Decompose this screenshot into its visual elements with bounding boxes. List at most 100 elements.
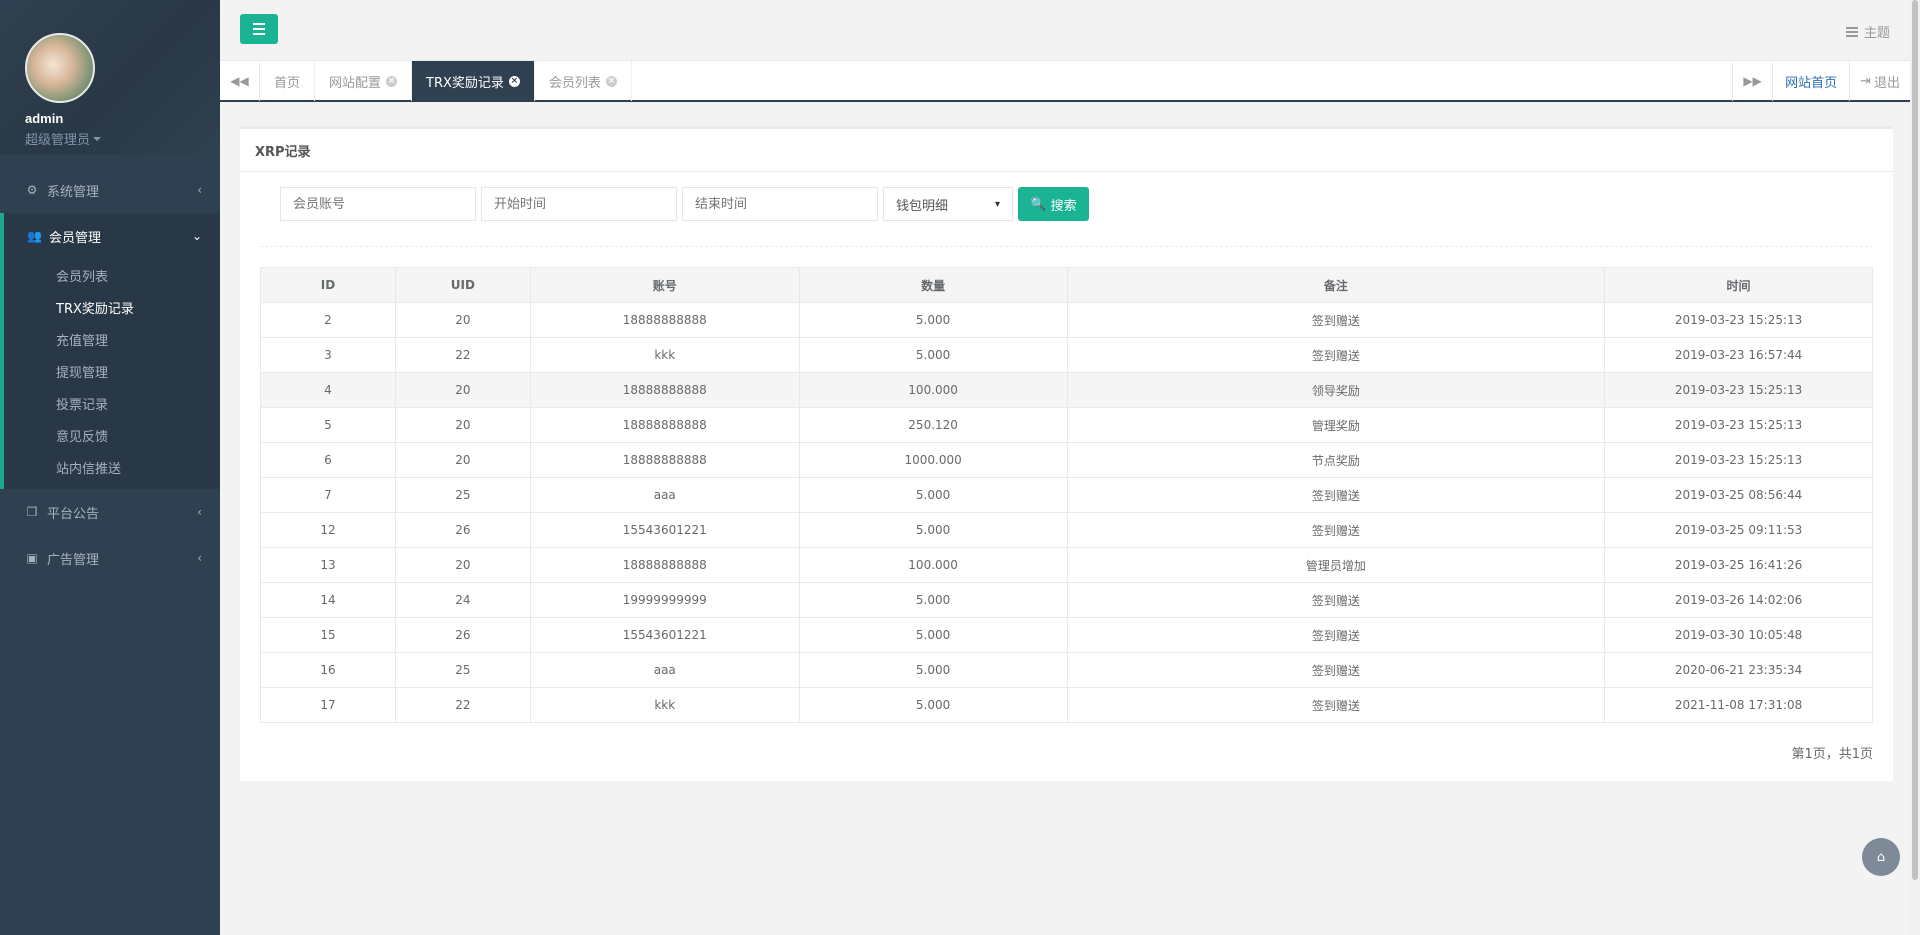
cell-id: 6 [260, 442, 396, 478]
sidebar-subitem-votes[interactable]: 投票记录 [4, 387, 220, 419]
cell-remark: 签到赠送 [1066, 687, 1606, 723]
table-row[interactable]: 12 26 15543601221 5.000 签到赠送 2019-03-25 09:11… [260, 512, 1873, 548]
logout-button[interactable]: ⇥ 退出 [1849, 61, 1910, 101]
chevron-down-icon: ▾ [994, 198, 1000, 210]
table-row[interactable]: 4 20 18888888888 100.000 领导奖励 2019-03-23 15:2… [260, 372, 1873, 408]
sidebar-item-label: 平台公告 [47, 506, 100, 522]
page-scrollbar[interactable] [1910, 0, 1920, 935]
table-row[interactable]: 16 25 aaa 5.000 签到赠送 2020-06-21 23:35:34 [260, 652, 1873, 688]
cell-amount: 5.000 [798, 337, 1068, 373]
tab-home[interactable]: 首页 [260, 61, 316, 101]
gear-icon: ⚙ [26, 183, 38, 197]
sidebar-item-notice[interactable]: ❐ 平台公告 ‹ [0, 489, 220, 535]
filter-form: 钱包明细 ▾ 🔍 搜索 [280, 187, 1089, 221]
column-header-remark[interactable]: 备注 [1066, 267, 1606, 303]
wallet-type-select[interactable]: 钱包明细 ▾ [883, 187, 1013, 221]
tab-label: 会员列表 [548, 75, 601, 91]
cell-remark: 签到赠送 [1066, 582, 1606, 618]
table-row[interactable]: 7 25 aaa 5.000 签到赠送 2019-03-25 08:56:44 [260, 477, 1873, 513]
avatar[interactable] [25, 33, 95, 103]
double-chevron-left-icon: ◀◀ [230, 74, 249, 88]
theme-icon [1845, 26, 1858, 37]
top-header: 主题 [220, 0, 1910, 60]
sidebar-item-label: 会员管理 [49, 230, 102, 246]
cell-id: 14 [260, 582, 396, 618]
sidebar-item-ads[interactable]: ▣ 广告管理 ‹ [0, 535, 220, 581]
tab-scroll-right-button[interactable]: ▶▶ [1732, 61, 1772, 101]
table-row[interactable]: 17 22 kkk 5.000 签到赠送 2021-11-08 17:31:08 [260, 687, 1873, 723]
cell-id: 16 [260, 652, 396, 688]
scrollbar-thumb[interactable] [1912, 0, 1918, 880]
sidebar-subitem-recharge[interactable]: 充值管理 [4, 323, 220, 355]
tab-scroll-left-button[interactable]: ◀◀ [220, 61, 260, 101]
cell-account: 18888888888 [529, 547, 800, 583]
sidebar-group-member: 👥 会员管理 ⌄ 会员列表 TRX奖励记录 充值管理 提现管理 投票记录 意见反… [0, 213, 220, 489]
copy-icon: ❐ [26, 505, 38, 519]
chevron-down-icon: ⌄ [191, 229, 202, 243]
search-icon: 🔍 [1030, 196, 1047, 212]
sidebar-subitem-trx-rewards[interactable]: TRX奖励记录 [4, 291, 220, 323]
floating-home-button[interactable]: ⌂ [1862, 838, 1900, 876]
column-header-time[interactable]: 时间 [1604, 267, 1873, 303]
column-header-amount[interactable]: 数量 [798, 267, 1068, 303]
close-icon[interactable]: × [386, 75, 398, 87]
cell-time: 2019-03-30 10:05:48 [1604, 617, 1873, 653]
users-icon: 👥 [27, 229, 42, 243]
cell-time: 2021-11-08 17:31:08 [1604, 687, 1873, 723]
sidebar: admin 超级管理员 ⚙ 系统管理 ‹ 👥 会员管理 ⌄ 会员列表 TRX奖励… [0, 0, 220, 935]
cell-amount: 5.000 [798, 652, 1068, 688]
column-header-uid[interactable]: UID [394, 267, 531, 303]
cell-remark: 管理员增加 [1066, 547, 1606, 583]
sidebar-subitem-withdraw[interactable]: 提现管理 [4, 355, 220, 387]
sidebar-subitem-messages[interactable]: 站内信推送 [4, 451, 220, 483]
profile-role-dropdown[interactable]: 超级管理员 [25, 129, 220, 148]
end-time-input[interactable] [682, 187, 878, 221]
tab-list: 首页 网站配置 × TRX奖励记录 × 会员列表 × [260, 61, 632, 101]
sidebar-item-member[interactable]: 👥 会员管理 ⌄ [4, 213, 220, 259]
search-button[interactable]: 🔍 搜索 [1018, 187, 1089, 221]
cell-amount: 250.120 [798, 407, 1068, 443]
cell-remark: 管理奖励 [1066, 407, 1606, 443]
column-header-id[interactable]: ID [260, 267, 396, 303]
sidebar-item-system[interactable]: ⚙ 系统管理 ‹ [0, 167, 220, 213]
cell-account: 18888888888 [529, 407, 800, 443]
cell-time: 2019-03-23 16:57:44 [1604, 337, 1873, 373]
table-row[interactable]: 13 20 18888888888 100.000 管理员增加 2019-03-25 16… [260, 547, 1873, 583]
profile-username: admin [25, 111, 64, 126]
close-icon[interactable]: × [508, 75, 520, 87]
tab-member-list[interactable]: 会员列表 × [535, 61, 632, 101]
sidebar-subitem-feedback[interactable]: 意见反馈 [4, 419, 220, 451]
table-row[interactable]: 6 20 18888888888 1000.000 节点奖励 2019-03-23 15:… [260, 442, 1873, 478]
theme-button[interactable]: 主题 [1845, 22, 1890, 41]
table-row[interactable]: 2 20 18888888888 5.000 签到赠送 2019-03-23 15:25:… [260, 302, 1873, 338]
column-header-account[interactable]: 账号 [529, 267, 800, 303]
table-row[interactable]: 15 26 15543601221 5.000 签到赠送 2019-03-30 10:05… [260, 617, 1873, 653]
double-chevron-right-icon: ▶▶ [1743, 74, 1762, 88]
table-row[interactable]: 14 24 19999999999 5.000 签到赠送 2019-03-26 14:02… [260, 582, 1873, 618]
sign-out-icon: ⇥ [1860, 73, 1871, 89]
tab-trx-rewards[interactable]: TRX奖励记录 × [412, 61, 535, 101]
cell-time: 2019-03-23 15:25:13 [1604, 442, 1873, 478]
cell-amount: 5.000 [798, 687, 1068, 723]
start-time-input[interactable] [481, 187, 677, 221]
cell-remark: 节点奖励 [1066, 442, 1606, 478]
table-row[interactable]: 5 20 18888888888 250.120 管理奖励 2019-03-23 15:2… [260, 407, 1873, 443]
menu-toggle-button[interactable] [240, 14, 278, 44]
cell-uid: 20 [394, 302, 531, 338]
site-home-link[interactable]: 网站首页 [1772, 61, 1849, 101]
table-row[interactable]: 3 22 kkk 5.000 签到赠送 2019-03-23 16:57:44 [260, 337, 1873, 373]
home-icon: ⌂ [1876, 849, 1886, 865]
close-icon[interactable]: × [605, 75, 617, 87]
cell-id: 2 [260, 302, 396, 338]
cell-account: kkk [529, 337, 800, 373]
chevron-left-icon: ‹ [197, 551, 202, 565]
cell-id: 13 [260, 547, 396, 583]
cell-account: aaa [529, 652, 800, 688]
sidebar-subitem-member-list[interactable]: 会员列表 [4, 259, 220, 291]
table-header-row: ID UID 账号 数量 备注 时间 [260, 267, 1873, 303]
cell-account: 18888888888 [529, 372, 800, 408]
image-icon: ▣ [26, 551, 38, 565]
account-search-input[interactable] [280, 187, 476, 221]
cell-time: 2019-03-26 14:02:06 [1604, 582, 1873, 618]
tab-site-config[interactable]: 网站配置 × [315, 61, 413, 101]
